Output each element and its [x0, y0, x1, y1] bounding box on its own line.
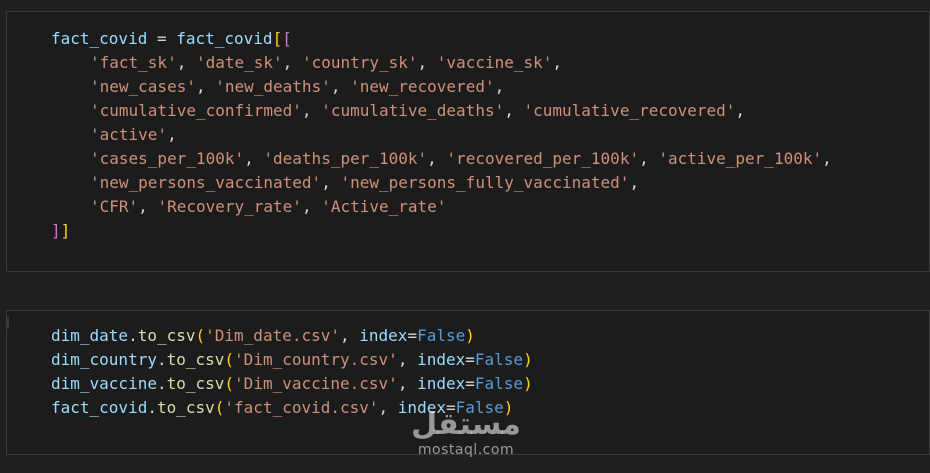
watermark-latin-text: mostaql.com [417, 442, 515, 458]
operator: = [147, 29, 177, 48]
string-literal: 'fact_covid.csv' [224, 398, 379, 417]
code-line: ]] [51, 219, 832, 243]
keyword: False [417, 326, 466, 345]
string-literal: 'cases_per_100k' [90, 149, 245, 168]
code-line: dim_country.to_csv('Dim_country.csv', in… [51, 350, 533, 369]
string-literal: 'cumulative_confirmed' [90, 101, 302, 120]
code-line: 'cumulative_confirmed', 'cumulative_deat… [90, 101, 746, 120]
method-name: to_csv [156, 398, 215, 417]
parameter: index [359, 326, 408, 345]
keyword: False [474, 350, 524, 369]
variable: fact_covid [51, 29, 148, 48]
code-line: fact_covid = fact_covid[[ [51, 27, 832, 51]
code-line: 'active', [90, 125, 177, 144]
variable: dim_vaccine [51, 374, 157, 393]
code-editor[interactable]: fact_covid = fact_covid[['fact_sk', 'dat… [51, 27, 832, 243]
variable: fact_covid [51, 398, 148, 417]
code-line: dim_vaccine.to_csv('Dim_vaccine.csv', in… [51, 374, 533, 393]
string-literal: 'cumulative_deaths' [321, 101, 505, 120]
string-literal: 'new_persons_fully_vaccinated' [340, 173, 630, 192]
string-literal: 'active' [90, 125, 168, 144]
variable: fact_covid [176, 29, 273, 48]
string-literal: 'Active_rate' [321, 197, 447, 216]
string-literal: 'new_deaths' [215, 77, 331, 96]
string-literal: 'fact_sk' [90, 53, 177, 72]
string-literal: 'deaths_per_100k' [263, 149, 428, 168]
string-literal: 'vaccine_sk' [436, 53, 553, 72]
string-literal: 'new_persons_vaccinated' [90, 173, 322, 192]
variable: dim_country [51, 350, 157, 369]
string-literal: 'country_sk' [301, 53, 418, 72]
bracket: ] [60, 221, 71, 240]
string-literal: 'new_recovered' [350, 77, 495, 96]
cell-gutter-marker [6, 317, 9, 329]
string-literal: 'active_per_100k' [658, 149, 823, 168]
string-literal: 'Dim_vaccine.csv' [234, 374, 398, 393]
bracket: [ [272, 29, 283, 48]
bracket: ] [51, 221, 61, 240]
code-line: dim_date.to_csv('Dim_date.csv', index=Fa… [51, 326, 475, 345]
keyword: False [474, 374, 524, 393]
string-literal: 'Recovery_rate' [157, 197, 302, 216]
string-literal: 'Dim_country.csv' [234, 350, 398, 369]
code-line: 'new_cases', 'new_deaths', 'new_recovere… [90, 77, 505, 96]
code-line: 'cases_per_100k', 'deaths_per_100k', 're… [90, 149, 832, 168]
code-line: 'CFR', 'Recovery_rate', 'Active_rate' [90, 197, 447, 216]
string-literal: 'new_cases' [90, 77, 196, 96]
watermark-arabic-text: مستقل [411, 407, 521, 442]
parameter: index [417, 374, 466, 393]
variable: dim_date [51, 326, 129, 345]
code-editor[interactable]: dim_date.to_csv('Dim_date.csv', index=Fa… [51, 324, 533, 420]
parameter: index [417, 350, 466, 369]
string-literal: 'date_sk' [195, 53, 283, 72]
method-name: to_csv [166, 350, 225, 369]
method-name: to_csv [137, 326, 196, 345]
bracket: [ [282, 29, 292, 48]
string-literal: 'cumulative_recovered' [523, 101, 736, 120]
code-line: 'fact_sk', 'date_sk', 'country_sk', 'vac… [90, 53, 563, 72]
method-name: to_csv [166, 374, 225, 393]
string-literal: 'recovered_per_100k' [446, 149, 640, 168]
code-line: 'new_persons_vaccinated', 'new_persons_f… [90, 173, 640, 192]
string-literal: 'CFR' [90, 197, 139, 216]
string-literal: 'Dim_date.csv' [205, 326, 340, 345]
mostaql-watermark: مستقل mostaql.com [402, 407, 530, 459]
code-cell-fact-covid-select[interactable]: fact_covid = fact_covid[['fact_sk', 'dat… [6, 11, 930, 272]
